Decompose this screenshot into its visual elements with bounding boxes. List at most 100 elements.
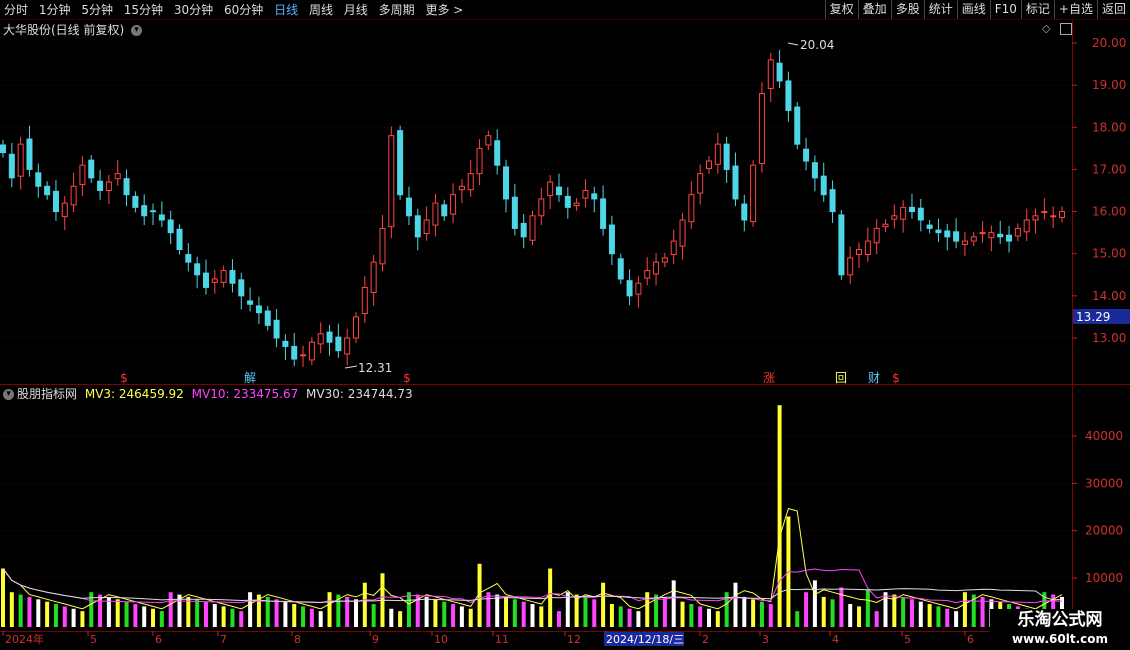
- chevron-down-icon[interactable]: ▾: [131, 25, 143, 36]
- event-marker[interactable]: 解: [244, 371, 256, 385]
- period-tab-daily[interactable]: 日线: [274, 2, 298, 18]
- top-toolbar: 分时 1分钟 5分钟 15分钟 30分钟 60分钟 日线 周线 月线 多周期 更…: [0, 0, 1130, 20]
- candle-body: [35, 172, 42, 187]
- toolbar-actions: 复权 叠加 多股 统计 画线 F10 标记 +自选 返回: [824, 0, 1130, 20]
- volume-bar: [27, 596, 32, 627]
- volume-bar: [451, 604, 456, 627]
- event-marker[interactable]: 财: [868, 371, 880, 385]
- candle-body: [388, 135, 395, 228]
- candle-body: [308, 341, 315, 361]
- candle-body: [582, 190, 589, 199]
- volume-bar: [583, 596, 588, 627]
- candle-body: [247, 300, 254, 305]
- x-tick-label: 6: [155, 633, 162, 646]
- period-tab-multi[interactable]: 多周期: [379, 2, 415, 18]
- period-tab-weekly[interactable]: 周线: [309, 2, 333, 18]
- event-marker[interactable]: $: [403, 371, 411, 385]
- period-tab-fenshi[interactable]: 分时: [4, 2, 28, 18]
- price-tick-label: 13.00: [1092, 331, 1126, 345]
- statistics-button[interactable]: 统计: [923, 0, 957, 19]
- candle-body: [697, 173, 704, 194]
- volume-bar: [857, 606, 862, 627]
- candle-body: [617, 258, 624, 280]
- candle-body: [503, 166, 510, 200]
- candle-body: [926, 224, 933, 229]
- candle-body: [450, 194, 457, 215]
- diamond-icon[interactable]: ◇: [1042, 22, 1050, 35]
- candle-body: [88, 159, 95, 179]
- volume-bar: [548, 568, 553, 627]
- f10-button[interactable]: F10: [989, 0, 1021, 19]
- event-marker[interactable]: $: [120, 371, 128, 385]
- chevron-down-icon[interactable]: ▾: [3, 389, 14, 400]
- candle-body: [882, 223, 889, 228]
- volume-bar: [512, 599, 517, 627]
- candle-body: [8, 153, 15, 179]
- candle-body: [405, 197, 412, 217]
- price-tick-label: 18.00: [1092, 120, 1126, 134]
- volume-bar: [415, 594, 420, 627]
- candle-body: [414, 215, 421, 238]
- candle-body: [52, 190, 59, 213]
- volume-bar: [918, 601, 923, 627]
- volume-bar: [715, 611, 720, 627]
- x-tick-label: 2024年: [5, 632, 44, 646]
- volume-bar: [327, 592, 332, 627]
- draw-line-button[interactable]: 画线: [956, 0, 990, 19]
- volume-bar: [927, 604, 932, 627]
- candle-body: [547, 181, 554, 197]
- period-selector: 分时 1分钟 5分钟 15分钟 30分钟 60分钟 日线 周线 月线 多周期 更…: [0, 2, 466, 18]
- volume-grid: [0, 435, 1072, 579]
- volume-bar: [212, 604, 217, 627]
- candle-body: [891, 215, 898, 220]
- period-tab-5min[interactable]: 5分钟: [81, 2, 113, 18]
- overlay-button[interactable]: 叠加: [857, 0, 891, 19]
- mark-button[interactable]: 标记: [1020, 0, 1054, 19]
- volume-tick-label: 10000: [1085, 571, 1123, 585]
- period-tab-more[interactable]: 更多 >: [425, 2, 463, 18]
- volume-bar: [274, 599, 279, 627]
- event-marker[interactable]: 涨: [763, 370, 775, 385]
- candle-body: [741, 203, 748, 221]
- watermark-url: www.60lt.com: [1011, 632, 1109, 646]
- period-tab-monthly[interactable]: 月线: [344, 2, 368, 18]
- candle-body: [167, 219, 174, 234]
- volume-y-axis: 40000 30000 20000 10000: [1072, 429, 1123, 585]
- volume-bar: [627, 608, 632, 627]
- period-tab-30min[interactable]: 30分钟: [174, 2, 213, 18]
- candle-body: [706, 160, 712, 170]
- period-tab-60min[interactable]: 60分钟: [224, 2, 263, 18]
- price-tick-label: 17.00: [1092, 162, 1126, 176]
- candle-body: [600, 198, 607, 229]
- candle-body: [644, 270, 651, 279]
- volume-bar: [371, 604, 376, 627]
- candle-body: [511, 196, 518, 229]
- volume-panel-title: ▾ 股朋指标网 MV3: 246459.92 MV10: 233475.67 MV…: [3, 386, 413, 402]
- x-tick-label: 5: [90, 633, 97, 646]
- current-price-tag: [1073, 309, 1130, 324]
- period-tab-15min[interactable]: 15分钟: [124, 2, 163, 18]
- stock-chart: 20.00 19.00 18.00 17.00 16.00 15.00 14.00 13.00…: [0, 20, 1130, 650]
- mv3-legend: MV3: 246459.92: [84, 387, 184, 401]
- low-pointer: [344, 365, 358, 369]
- volume-bar: [689, 604, 694, 627]
- candle-body: [423, 219, 430, 234]
- back-button[interactable]: 返回: [1096, 0, 1130, 19]
- volume-bar: [9, 592, 14, 627]
- event-marker[interactable]: $: [892, 371, 900, 385]
- candle-body: [300, 354, 307, 357]
- restore-rights-button[interactable]: 复权: [824, 0, 858, 19]
- candle-body: [979, 232, 986, 235]
- volume-bar: [18, 594, 23, 627]
- volume-bar: [265, 596, 270, 627]
- volume-bar: [707, 608, 711, 627]
- add-watchlist-button[interactable]: +自选: [1053, 0, 1097, 19]
- candle-body: [1050, 215, 1057, 218]
- volume-bar: [442, 601, 447, 627]
- panel-toggle-icon[interactable]: [1060, 23, 1072, 35]
- high-pointer: [787, 42, 799, 46]
- period-tab-1min[interactable]: 1分钟: [39, 2, 71, 18]
- multi-stock-button[interactable]: 多股: [890, 0, 924, 19]
- event-marker[interactable]: 回: [835, 371, 847, 385]
- volume-bar: [777, 405, 782, 627]
